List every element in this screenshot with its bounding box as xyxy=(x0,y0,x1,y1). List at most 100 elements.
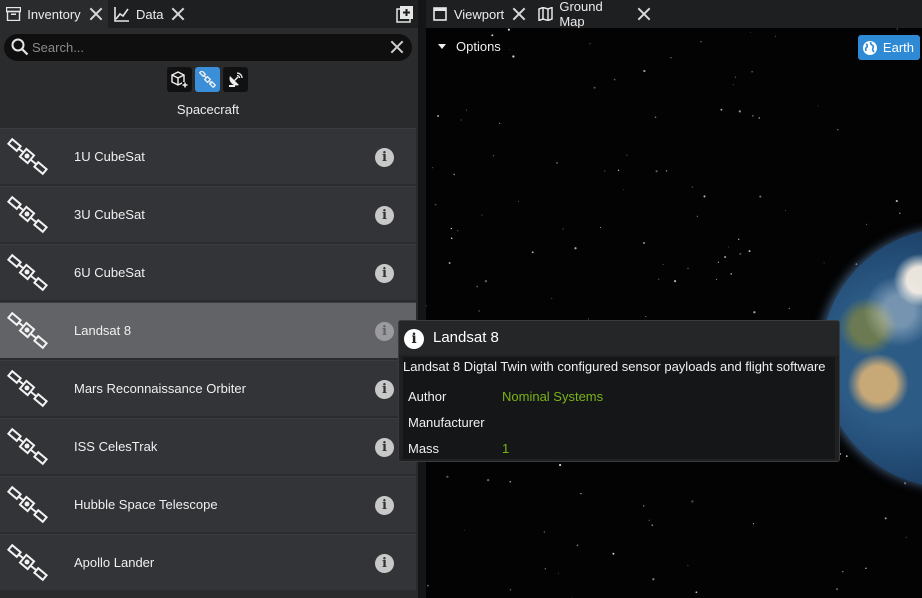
tab-ground-map[interactable]: Ground Map xyxy=(532,0,656,29)
archive-icon xyxy=(6,6,22,22)
star xyxy=(896,28,898,30)
search-input[interactable] xyxy=(32,34,382,61)
map-icon xyxy=(538,6,553,22)
mass-label: Mass xyxy=(408,441,440,456)
star xyxy=(703,195,706,198)
info-icon[interactable]: i xyxy=(375,264,394,283)
star xyxy=(654,116,657,118)
star xyxy=(700,41,702,43)
earth-button[interactable]: Earth xyxy=(857,35,920,60)
list-item[interactable]: Mars Reconnaissance Orbiter i xyxy=(0,360,416,416)
list-item[interactable]: 6U CubeSat i xyxy=(0,244,416,300)
star xyxy=(748,250,751,253)
tab-data[interactable]: Data xyxy=(108,0,192,28)
star xyxy=(448,262,451,264)
info-icon[interactable]: i xyxy=(375,554,394,573)
info-icon[interactable]: i xyxy=(375,206,394,225)
options-dropdown[interactable]: Options xyxy=(438,39,501,54)
star xyxy=(751,70,753,73)
clear-search-icon[interactable] xyxy=(390,40,404,54)
star xyxy=(446,475,449,478)
star xyxy=(599,227,601,228)
star xyxy=(837,129,839,131)
star xyxy=(613,78,616,81)
globe-icon xyxy=(862,40,877,55)
star xyxy=(484,280,488,283)
line-chart-icon xyxy=(114,6,130,22)
tab-inventory-close-icon[interactable] xyxy=(89,7,102,21)
satellite-icon xyxy=(6,253,49,292)
category-label: Spacecraft xyxy=(176,102,240,117)
star xyxy=(817,105,819,107)
tab-inventory[interactable]: Inventory xyxy=(0,0,108,28)
tooltip-header: i Landsat 8 xyxy=(399,321,839,355)
list-item[interactable]: ISS CelesTrak i xyxy=(0,418,416,474)
satellite-icon xyxy=(6,137,49,176)
star xyxy=(486,478,490,482)
star xyxy=(785,209,786,211)
search-bar xyxy=(4,34,412,61)
tab-ground-map-label: Ground Map xyxy=(559,0,603,29)
list-item[interactable]: Hubble Space Telescope i xyxy=(0,476,416,532)
star xyxy=(738,238,740,240)
tab-inventory-label: Inventory xyxy=(27,6,81,22)
star xyxy=(739,252,742,255)
filter-component-button[interactable] xyxy=(167,67,192,92)
star xyxy=(665,170,668,172)
info-icon[interactable]: i xyxy=(375,496,394,515)
tab-data-close-icon[interactable] xyxy=(171,7,185,21)
star xyxy=(724,255,727,259)
spacecraft-list: 1U CubeSat i 3U CubeSat i 6U CubeSat i L… xyxy=(0,128,416,592)
star xyxy=(655,170,658,173)
tab-viewport-close-icon[interactable] xyxy=(512,7,526,21)
list-item[interactable]: Landsat 8 i xyxy=(0,302,416,358)
star xyxy=(492,154,495,157)
info-icon[interactable]: i xyxy=(375,380,394,399)
3d-viewport[interactable]: Options Earth xyxy=(426,28,922,598)
star xyxy=(432,167,434,169)
tab-viewport[interactable]: Viewport xyxy=(426,0,532,28)
star xyxy=(734,76,737,78)
list-item-label: 3U CubeSat xyxy=(74,207,145,222)
filter-toolbar xyxy=(167,67,249,92)
list-item[interactable]: 3U CubeSat i xyxy=(0,186,416,242)
satellite-icon xyxy=(199,71,216,88)
star xyxy=(593,86,596,89)
star xyxy=(562,228,564,230)
info-icon[interactable]: i xyxy=(375,322,394,341)
star xyxy=(717,261,720,263)
star xyxy=(752,523,755,525)
tab-data-label: Data xyxy=(136,6,164,22)
list-item[interactable]: 1U CubeSat i xyxy=(0,128,416,184)
star xyxy=(845,455,848,457)
panel-splitter[interactable] xyxy=(418,0,426,598)
star xyxy=(651,524,654,527)
star xyxy=(544,568,546,570)
star xyxy=(626,154,628,156)
star xyxy=(652,578,655,581)
inventory-panel: Inventory Data Spacecraft xyxy=(0,0,420,598)
manufacturer-label: Manufacturer xyxy=(408,415,485,430)
star xyxy=(643,242,645,244)
star xyxy=(673,279,677,283)
star xyxy=(691,500,694,503)
list-item[interactable]: Apollo Lander i xyxy=(0,534,416,590)
info-icon[interactable]: i xyxy=(375,438,394,457)
star xyxy=(437,115,440,117)
tab-ground-map-close-icon[interactable] xyxy=(637,7,650,21)
star xyxy=(662,263,664,265)
filter-ground-station-button[interactable] xyxy=(223,67,248,92)
star xyxy=(865,567,867,570)
star xyxy=(571,596,573,598)
filter-spacecraft-button[interactable] xyxy=(195,67,220,92)
star xyxy=(491,34,494,37)
add-tab-icon[interactable] xyxy=(396,5,414,23)
earth-button-label: Earth xyxy=(882,40,914,55)
info-icon[interactable]: i xyxy=(375,148,394,167)
satellite-icon xyxy=(6,311,49,350)
star xyxy=(730,273,732,275)
search-icon xyxy=(11,38,29,56)
star xyxy=(574,247,577,250)
star xyxy=(450,237,453,240)
cube-add-icon xyxy=(171,71,188,88)
